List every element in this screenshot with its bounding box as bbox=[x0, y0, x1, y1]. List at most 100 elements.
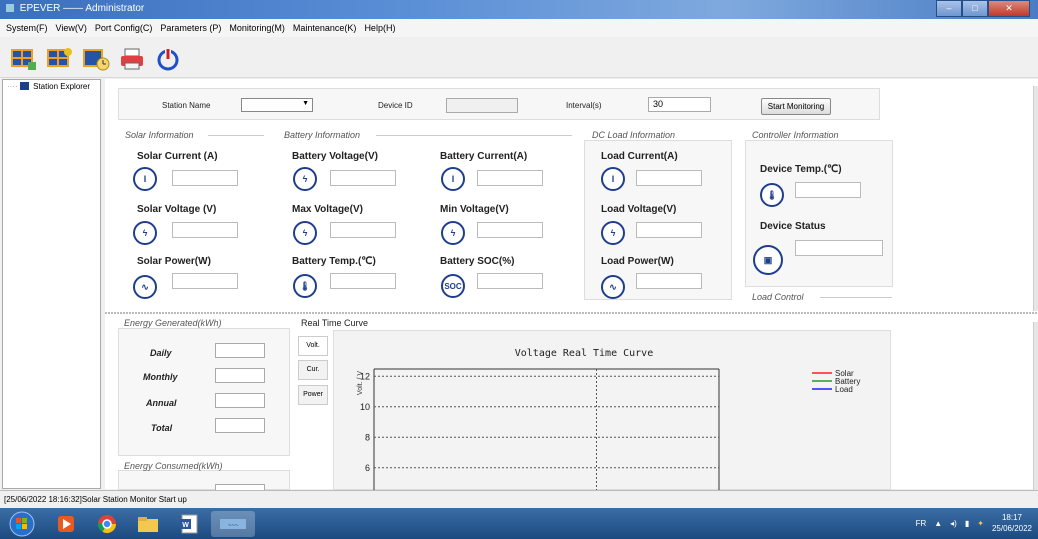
device-id-label: Device ID bbox=[378, 101, 413, 110]
network-icon[interactable]: ✦ bbox=[977, 519, 984, 528]
divider bbox=[376, 135, 572, 136]
start-monitoring-button[interactable]: Start Monitoring bbox=[761, 98, 831, 115]
device-id-field[interactable] bbox=[446, 98, 518, 113]
annual-label: Annual bbox=[146, 398, 177, 408]
chart-y-tick-label: 10 bbox=[360, 402, 370, 412]
status-bar: [25/06/2022 18:16:32]Solar Station Monit… bbox=[0, 490, 1038, 508]
tab-volt[interactable]: Volt. bbox=[298, 336, 328, 356]
solar-voltage-value bbox=[172, 222, 238, 238]
interval-label: Interval(s) bbox=[566, 101, 602, 110]
divider bbox=[820, 297, 892, 298]
menu-maintenance[interactable]: Maintenance(K) bbox=[293, 19, 363, 37]
device-temp-label: Device Temp.(℃) bbox=[760, 164, 842, 175]
min-voltage-icon: ϟ bbox=[441, 221, 465, 245]
menu-system[interactable]: System(F) bbox=[6, 19, 54, 37]
voltage-icon: ϟ bbox=[133, 221, 157, 245]
annual-value bbox=[215, 393, 265, 408]
max-voltage-value bbox=[330, 222, 396, 238]
language-indicator[interactable]: FR bbox=[916, 519, 927, 528]
solar-settings-icon[interactable] bbox=[44, 44, 76, 74]
soc-icon: SOC bbox=[441, 274, 465, 298]
lower-scrollbar[interactable] bbox=[1033, 322, 1038, 490]
battery-voltage-label: Battery Voltage(V) bbox=[292, 151, 378, 162]
interval-field[interactable]: 30 bbox=[648, 97, 711, 112]
title-bar: EPEVER —— Administrator – □ ✕ bbox=[0, 0, 1038, 19]
battery-voltage-value bbox=[330, 170, 396, 186]
power-wave-icon: ∿ bbox=[133, 275, 157, 299]
battery-soc-label: Battery SOC(%) bbox=[440, 256, 515, 267]
chart-y-tick-label: 12 bbox=[360, 371, 370, 381]
current-icon: I bbox=[441, 167, 465, 191]
panel-splitter[interactable] bbox=[105, 312, 1038, 314]
load-power-label: Load Power(W) bbox=[601, 256, 674, 267]
menu-parameters[interactable]: Parameters (P) bbox=[160, 19, 227, 37]
battery-section-title: Battery Information bbox=[284, 130, 361, 140]
real-time-curve-title: Real Time Curve bbox=[301, 318, 369, 328]
menu-help[interactable]: Help(H) bbox=[364, 19, 401, 37]
energy-consumed-title: Energy Consumed(kWh) bbox=[124, 461, 223, 471]
tree-line: ···· bbox=[7, 82, 18, 91]
station-explorer-label: Station Explorer bbox=[33, 82, 91, 91]
chart-panel: Voltage Real Time Curve Volt. / V 12 10 8 6… bbox=[333, 330, 891, 491]
load-voltage-label: Load Voltage(V) bbox=[601, 204, 677, 215]
battery-soc-value bbox=[477, 273, 543, 289]
battery-temp-value bbox=[330, 273, 396, 289]
upper-scrollbar[interactable] bbox=[1033, 86, 1038, 311]
station-explorer-root[interactable]: ···· Station Explorer bbox=[3, 80, 100, 91]
taskbar: W ~~~ FR ▲ ◂) ▮ ✦ 18:17 25/06/2022 bbox=[0, 508, 1038, 539]
voltage-icon: ϟ bbox=[601, 221, 625, 245]
start-button[interactable] bbox=[0, 511, 44, 537]
load-power-value bbox=[636, 273, 702, 289]
station-node-icon bbox=[19, 82, 29, 90]
chevron-down-icon: ▼ bbox=[302, 100, 309, 107]
min-voltage-value bbox=[477, 222, 543, 238]
minimize-button[interactable]: – bbox=[936, 0, 962, 17]
clock[interactable]: 18:17 25/06/2022 bbox=[992, 512, 1032, 534]
menu-port-config[interactable]: Port Config(C) bbox=[95, 19, 159, 37]
tab-cur[interactable]: Cur. bbox=[298, 360, 328, 380]
solar-panel-icon[interactable] bbox=[8, 44, 40, 74]
file-explorer-icon[interactable] bbox=[129, 511, 167, 537]
window-controls: – □ ✕ bbox=[936, 0, 1030, 17]
device-status-value bbox=[795, 240, 883, 256]
daily-label: Daily bbox=[150, 348, 172, 358]
thermometer-icon: 🌡 bbox=[760, 183, 784, 207]
maximize-button[interactable]: □ bbox=[962, 0, 988, 17]
app-icon bbox=[6, 4, 14, 12]
clock-date: 25/06/2022 bbox=[991, 524, 1032, 533]
battery-icon[interactable]: ▮ bbox=[965, 519, 969, 528]
controller-section-title: Controller Information bbox=[752, 130, 839, 140]
volume-icon[interactable]: ◂) bbox=[950, 519, 957, 528]
solar-power-value bbox=[172, 273, 238, 289]
legend-label-load: Load bbox=[835, 385, 853, 394]
toolbar bbox=[0, 38, 1038, 78]
current-icon: I bbox=[133, 167, 157, 191]
system-tray: FR ▲ ◂) ▮ ✦ 18:17 25/06/2022 bbox=[916, 512, 1032, 534]
chevron-up-icon[interactable]: ▲ bbox=[934, 519, 942, 528]
tab-power[interactable]: Power bbox=[298, 385, 328, 405]
station-name-select[interactable]: ▼ bbox=[241, 98, 313, 112]
voltage-icon: ϟ bbox=[293, 167, 317, 191]
media-app-icon[interactable] bbox=[47, 511, 85, 537]
voltage-chart: Voltage Real Time Curve Volt. / V 121086… bbox=[357, 348, 860, 491]
close-button[interactable]: ✕ bbox=[988, 0, 1030, 17]
power-icon[interactable] bbox=[152, 44, 184, 74]
total-value bbox=[215, 418, 265, 433]
word-icon[interactable]: W bbox=[170, 511, 208, 537]
load-control-title: Load Control bbox=[752, 292, 804, 302]
chrome-icon[interactable] bbox=[88, 511, 126, 537]
clock-time: 18:17 bbox=[1001, 513, 1022, 522]
menu-bar: System(F) View(V) Port Config(C) Paramet… bbox=[0, 19, 1038, 37]
menu-monitoring[interactable]: Monitoring(M) bbox=[229, 19, 291, 37]
printer-icon[interactable] bbox=[116, 44, 148, 74]
epever-app-icon[interactable]: ~~~ bbox=[211, 510, 255, 537]
battery-temp-label: Battery Temp.(℃) bbox=[292, 256, 376, 267]
chart-y-tick-label: 8 bbox=[365, 432, 370, 442]
menu-view[interactable]: View(V) bbox=[56, 19, 93, 37]
station-explorer-panel: ···· Station Explorer bbox=[2, 79, 101, 489]
solar-clock-icon[interactable] bbox=[80, 44, 112, 74]
solar-power-label: Solar Power(W) bbox=[137, 256, 211, 267]
svg-text:W: W bbox=[182, 522, 189, 529]
load-current-value bbox=[636, 170, 702, 186]
monthly-value bbox=[215, 368, 265, 383]
